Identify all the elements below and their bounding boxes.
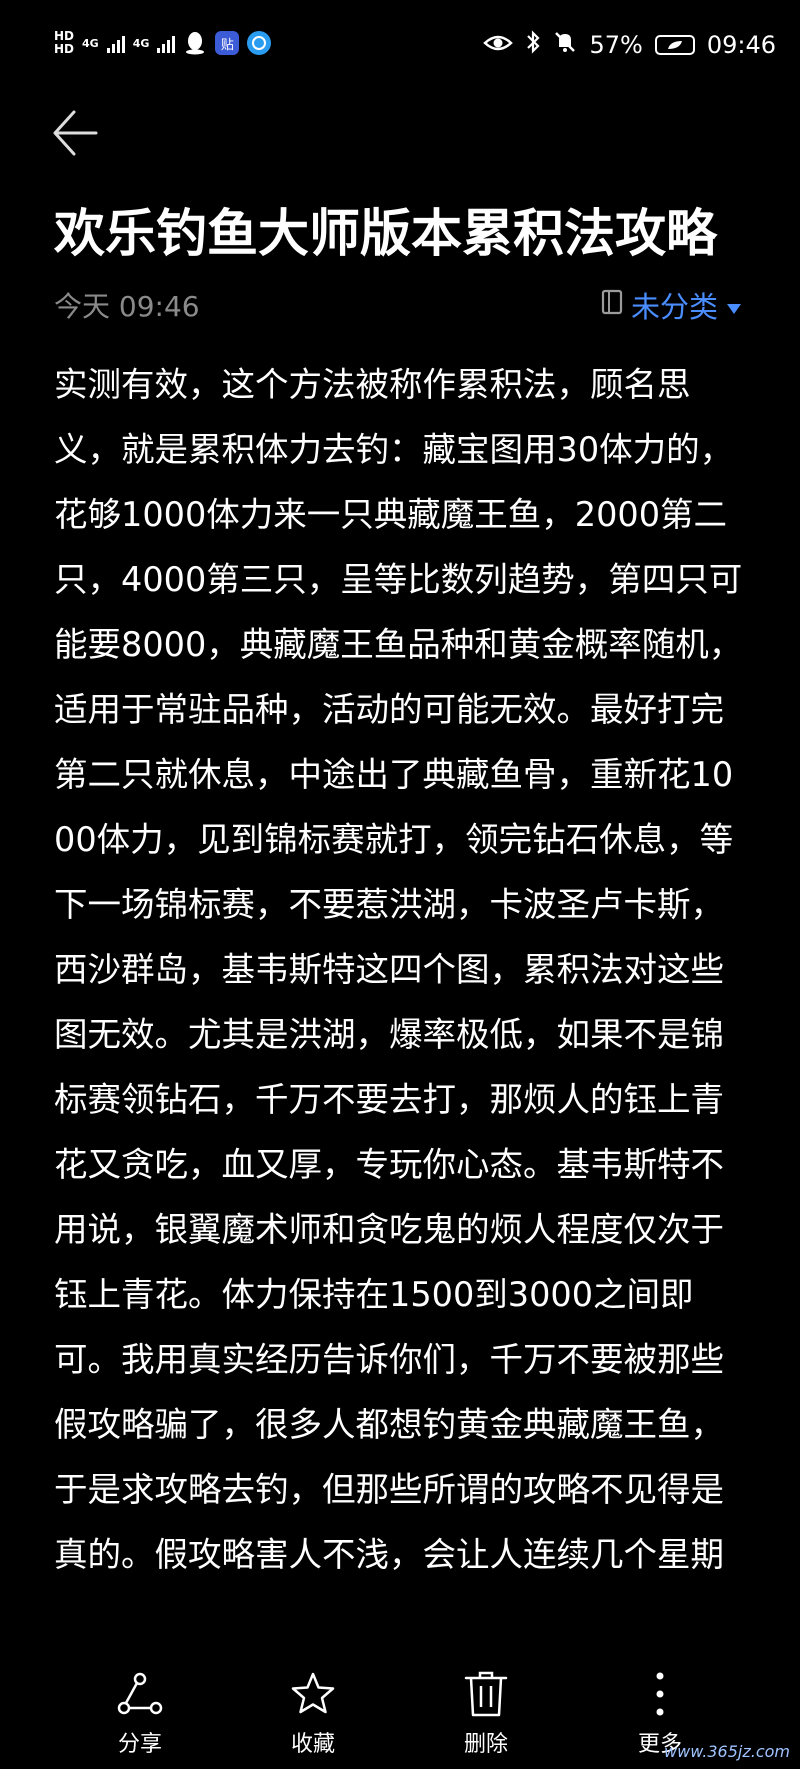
back-arrow-icon: [53, 110, 98, 156]
more-vertical-icon: [656, 1672, 664, 1716]
share-label: 分享: [117, 1732, 162, 1757]
delete-label: 删除: [463, 1732, 508, 1757]
note-body[interactable]: 实测有效，这个方法被称作累积法，顾名思义，就是累积体力去钓：藏宝图用30体力的，…: [54, 352, 754, 1587]
notebook-icon: [601, 288, 623, 322]
network-type-label: 4G: [82, 36, 99, 50]
favorite-label: 收藏: [290, 1732, 335, 1757]
battery-icon: [654, 35, 695, 55]
qq-icon: [183, 31, 207, 55]
browser-icon: [247, 31, 272, 55]
category-selector[interactable]: 未分类: [601, 284, 742, 326]
status-left: HD HD 4G 4G 贴: [54, 30, 272, 56]
battery-percent: 57%: [589, 31, 643, 59]
mute-bell-icon: [553, 30, 577, 60]
network-type-label: 4G: [132, 36, 150, 50]
star-icon: [291, 1672, 335, 1714]
clock: 09:46: [706, 31, 776, 59]
back-button[interactable]: [50, 108, 110, 168]
status-bar: HD HD 4G 4G 贴 57% 09:46: [0, 0, 800, 96]
trash-icon: [464, 1671, 508, 1717]
eye-icon: [483, 31, 514, 59]
signal-icon: [157, 33, 176, 53]
hd-indicators: HD HD: [54, 30, 74, 56]
hd-icon: HD: [54, 42, 75, 56]
category-label: 未分类: [630, 290, 718, 324]
bottom-action-bar: 分享 收藏 删除 更多 www.365jz.com: [0, 1650, 800, 1769]
favorite-button[interactable]: 收藏: [253, 1668, 373, 1758]
share-button[interactable]: 分享: [80, 1668, 200, 1758]
tieba-icon: 贴: [215, 31, 240, 55]
bluetooth-icon: [525, 30, 541, 60]
watermark: www.365jz.com: [664, 1742, 790, 1761]
share-icon: [117, 1672, 163, 1715]
delete-button[interactable]: 删除: [426, 1668, 546, 1758]
note-title[interactable]: 欢乐钓鱼大师版本累积法攻略: [54, 200, 774, 270]
signal-icon: [106, 33, 125, 53]
status-right: 57% 09:46: [483, 30, 776, 60]
note-date: 今天 09:46: [54, 290, 200, 323]
dropdown-triangle-icon: [726, 288, 742, 322]
